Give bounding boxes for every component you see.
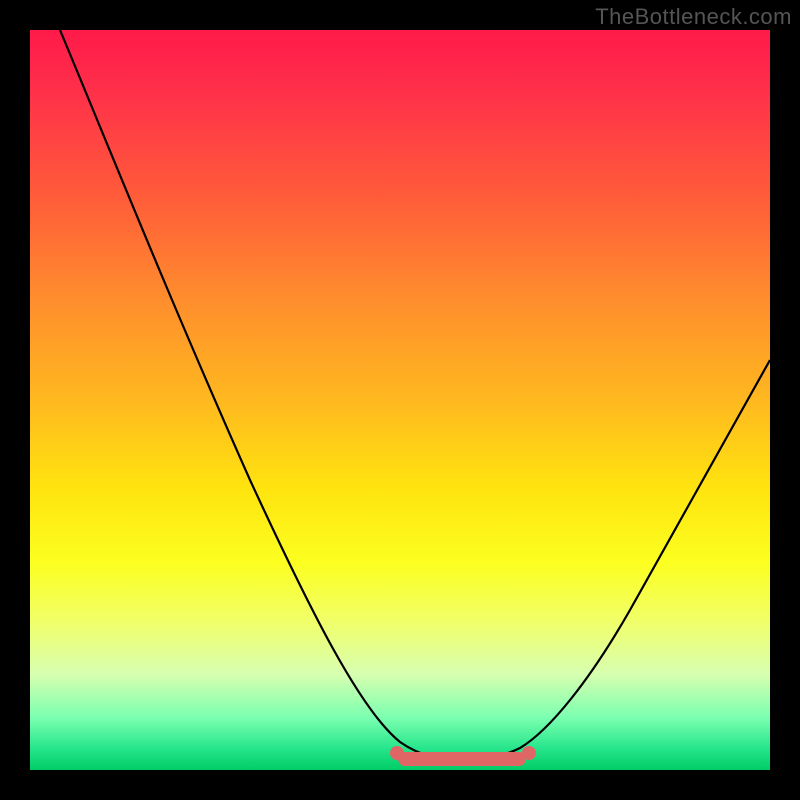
optimal-range-marker-dot-left — [390, 746, 404, 760]
optimal-range-marker — [398, 752, 526, 766]
plot-area — [30, 30, 770, 770]
chart-frame: TheBottleneck.com — [0, 0, 800, 800]
optimal-range-marker-dot-right — [522, 746, 536, 760]
watermark-text: TheBottleneck.com — [595, 4, 792, 30]
bottleneck-curve — [60, 30, 770, 760]
curve-svg — [30, 30, 770, 770]
